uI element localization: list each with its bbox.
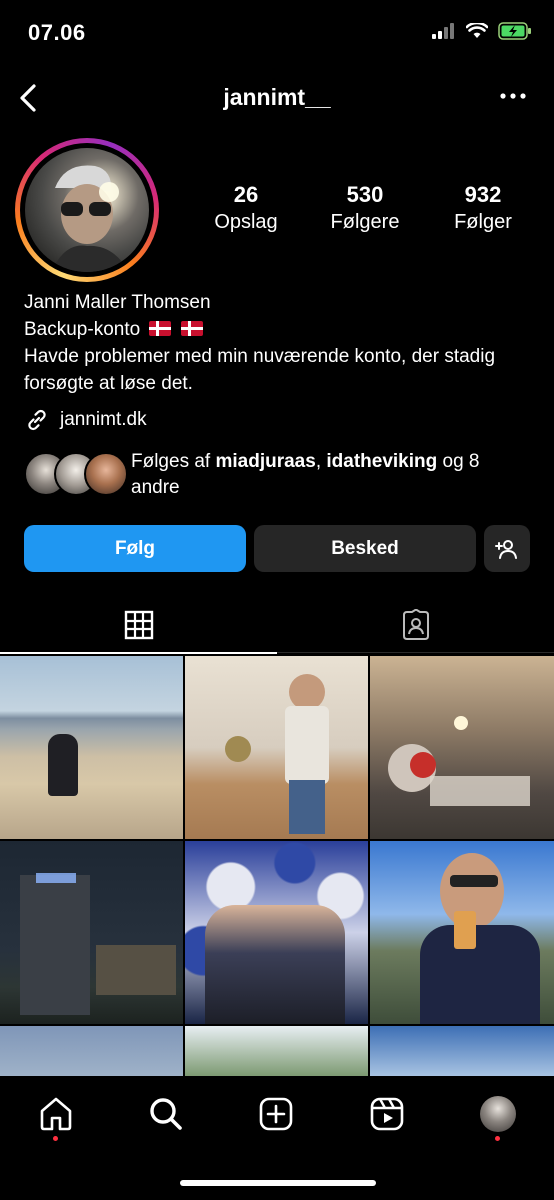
add-person-icon xyxy=(495,539,517,559)
posts-grid xyxy=(0,656,554,1076)
profile-avatar-small xyxy=(480,1096,516,1132)
stat-posts-count: 26 xyxy=(233,182,259,207)
post-thumbnail[interactable] xyxy=(0,656,183,839)
stat-following[interactable]: 932 Følger xyxy=(428,182,538,234)
bio-line-1-text: Backup-konto xyxy=(24,319,141,340)
wifi-icon xyxy=(466,23,488,38)
followed-by-user-2[interactable]: idatheviking xyxy=(326,451,437,472)
stat-posts[interactable]: 26 Opslag xyxy=(191,182,301,234)
profile-bio: Janni Maller Thomsen Backup-konto Havde … xyxy=(24,289,534,397)
followed-by-text[interactable]: Følges af miadjuraas, idatheviking og 8 … xyxy=(131,449,531,501)
stat-following-count: 932 xyxy=(464,182,502,207)
nav-home[interactable] xyxy=(36,1094,76,1134)
followed-by-user-1[interactable]: miadjuraas xyxy=(215,451,315,472)
status-icons xyxy=(422,22,532,40)
profile-avatar[interactable] xyxy=(15,138,159,282)
home-indicator xyxy=(180,1180,376,1186)
signal-icon xyxy=(432,23,454,39)
post-thumbnail[interactable] xyxy=(185,841,368,1024)
bio-line-1: Backup-konto xyxy=(24,316,534,343)
tab-tagged[interactable] xyxy=(277,598,554,653)
reels-icon xyxy=(370,1097,404,1131)
status-time: 07.06 xyxy=(28,20,86,45)
stat-posts-label: Opslag xyxy=(214,211,278,233)
avatar-photo xyxy=(25,148,149,272)
search-icon xyxy=(150,1098,182,1130)
post-thumbnail[interactable] xyxy=(185,1026,368,1076)
home-notification-dot xyxy=(53,1136,58,1141)
post-thumbnail[interactable] xyxy=(0,841,183,1024)
profile-notification-dot xyxy=(495,1136,500,1141)
link-icon xyxy=(28,409,46,431)
followed-by-avatars[interactable] xyxy=(24,452,128,496)
stat-following-label: Følger xyxy=(454,211,512,233)
nav-profile[interactable] xyxy=(478,1094,518,1134)
profile-link[interactable]: jannimt.dk xyxy=(24,407,147,433)
post-thumbnail[interactable] xyxy=(370,656,554,839)
message-button[interactable]: Besked xyxy=(254,525,476,572)
profile-username: jannimt__ xyxy=(223,84,331,110)
tab-posts-grid[interactable] xyxy=(0,598,277,654)
profile-full-name: Janni Maller Thomsen xyxy=(24,292,211,313)
stat-followers[interactable]: 530 Følgere xyxy=(310,182,420,234)
tagged-icon xyxy=(402,609,429,640)
nav-reels[interactable] xyxy=(367,1094,407,1134)
followed-by-prefix: Følges af xyxy=(131,451,216,472)
more-horizontal-icon xyxy=(500,93,526,99)
follower-avatar xyxy=(84,452,128,496)
post-thumbnail[interactable] xyxy=(0,1026,183,1076)
stat-followers-count: 530 xyxy=(346,182,384,207)
followed-by-separator: , xyxy=(315,451,327,472)
post-thumbnail[interactable] xyxy=(370,841,554,1024)
post-thumbnail[interactable] xyxy=(185,656,368,839)
stat-followers-label: Følgere xyxy=(330,211,400,233)
home-icon xyxy=(40,1097,72,1131)
nav-search[interactable] xyxy=(146,1094,186,1134)
more-options-button[interactable] xyxy=(500,86,526,106)
profile-link-text: jannimt.dk xyxy=(60,409,147,430)
bio-line-2: Havde problemer med min nuværende konto,… xyxy=(24,346,496,394)
suggest-people-button[interactable] xyxy=(484,525,530,572)
grid-icon xyxy=(124,610,153,640)
post-thumbnail[interactable] xyxy=(370,1026,554,1076)
battery-charging-icon xyxy=(498,22,531,40)
follow-button[interactable]: Følg xyxy=(24,525,246,572)
denmark-flag-icon xyxy=(149,321,172,336)
denmark-flag-icon xyxy=(180,321,203,336)
nav-create[interactable] xyxy=(256,1094,296,1134)
create-icon xyxy=(259,1097,293,1131)
